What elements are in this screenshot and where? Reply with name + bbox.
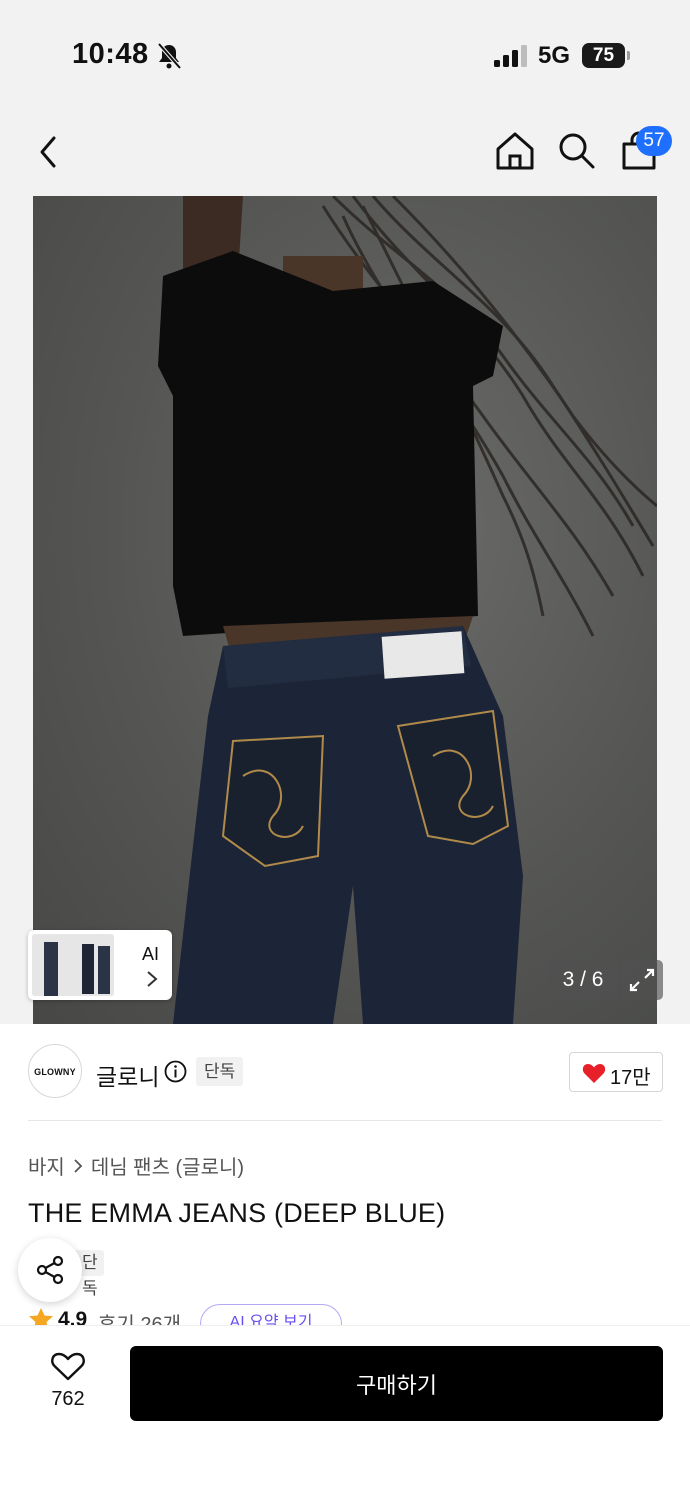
brand-logo[interactable]: GLOWNY	[28, 1044, 82, 1098]
status-time: 10:48	[72, 38, 149, 70]
cart-count-badge: 57	[636, 126, 672, 156]
battery-level: 75	[582, 43, 625, 68]
exclusive-badge: 단독	[196, 1057, 244, 1086]
cellular-signal-icon	[494, 45, 527, 67]
share-button[interactable]	[18, 1238, 82, 1302]
product-photo[interactable]	[33, 196, 657, 1024]
section-divider	[28, 1120, 662, 1121]
model-illustration	[158, 196, 657, 1024]
chevron-right-icon[interactable]	[146, 970, 158, 988]
battery-icon: 75	[582, 43, 630, 68]
top-nav	[0, 110, 690, 196]
search-icon[interactable]	[556, 130, 596, 170]
image-counter: 3 / 6	[548, 960, 618, 1000]
wishlist-count: 762	[51, 1388, 85, 1410]
share-icon	[36, 1255, 64, 1285]
status-bar: 10:48 5G 75	[0, 0, 690, 110]
brand-like-count: 17만	[610, 1067, 651, 1089]
rating-row: 4.9 후기 26개 AI 요약 보기	[28, 1304, 668, 1326]
rating-value: 4.9	[58, 1308, 88, 1326]
breadcrumb: 바지 데님 팬츠 (글로니)	[28, 1151, 244, 1180]
product-title: THE EMMA JEANS (DEEP BLUE)	[28, 1198, 446, 1228]
info-icon[interactable]	[164, 1060, 187, 1083]
back-chevron-icon[interactable]	[32, 134, 66, 170]
star-icon	[29, 1308, 53, 1326]
buy-button[interactable]: 구매하기	[130, 1346, 663, 1421]
breadcrumb-subcategory[interactable]: 데님 팬츠 (글로니)	[91, 1151, 244, 1180]
expand-icon[interactable]	[621, 960, 663, 1000]
heart-filled-icon	[582, 1064, 606, 1083]
bell-muted-icon	[157, 42, 182, 70]
brand-name[interactable]: 글로니	[96, 1058, 159, 1092]
ai-label[interactable]: AI	[142, 944, 159, 965]
ai-summary-button[interactable]: AI 요약 보기	[200, 1304, 342, 1326]
ai-similar-items-card[interactable]	[28, 930, 172, 1000]
breadcrumb-category[interactable]: 바지	[28, 1151, 65, 1180]
product-gallery[interactable]	[0, 196, 690, 1024]
review-count[interactable]: 후기 26개	[98, 1308, 181, 1326]
home-icon[interactable]	[494, 130, 536, 172]
chevron-right-icon	[74, 1158, 83, 1173]
brand-like-button[interactable]: 17만	[569, 1052, 663, 1092]
network-type: 5G	[538, 42, 571, 69]
heart-outline-icon[interactable]	[50, 1350, 86, 1382]
ai-thumbnail-image	[32, 934, 114, 996]
battery-tip	[627, 51, 630, 60]
